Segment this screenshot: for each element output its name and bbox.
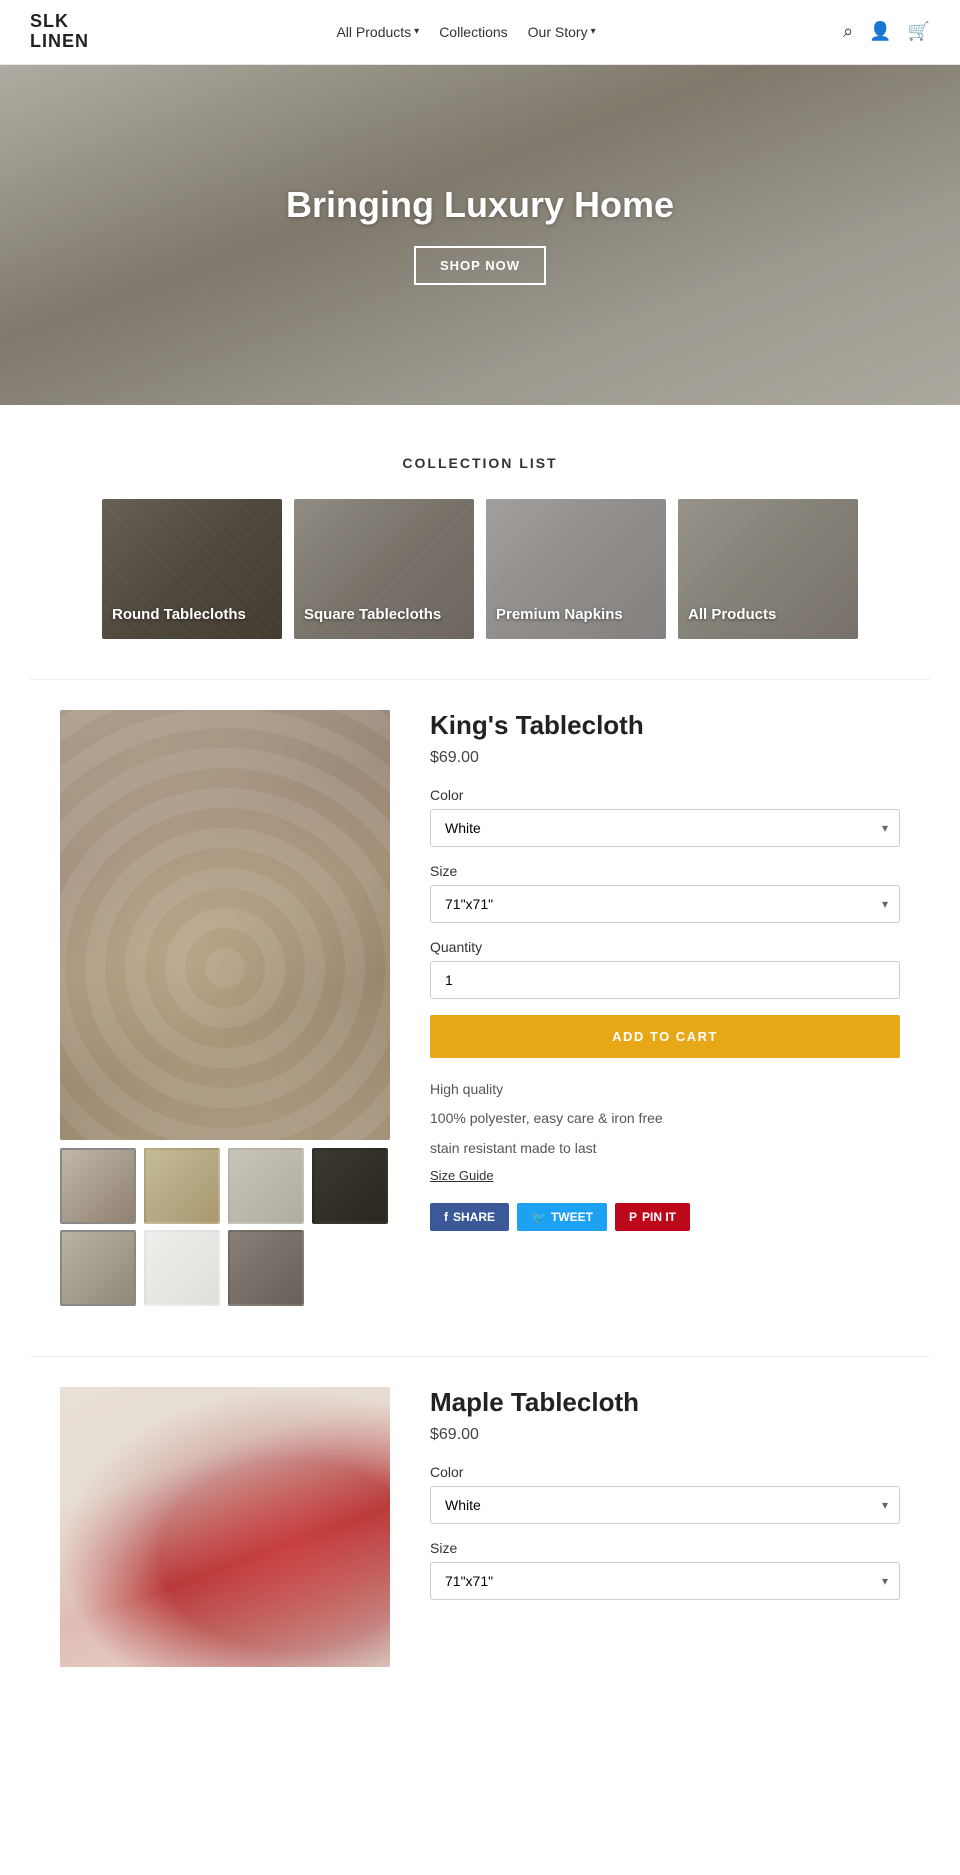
product2-color-select[interactable]: White Beige Grey Black: [430, 1486, 900, 1524]
cart-icon[interactable]: 🛒: [908, 21, 930, 42]
product2-size-select[interactable]: 71"x71" 60"x84" 60"x102" 60"x120": [430, 1562, 900, 1600]
product1-size-select[interactable]: 71"x71" 60"x84" 60"x102" 60"x120": [430, 885, 900, 923]
product1-feature2: 100% polyester, easy care & iron free: [430, 1107, 900, 1131]
header-icons: ⌕ 👤 🛒: [843, 21, 930, 42]
card-label-square: Square Tablecloths: [294, 592, 474, 639]
product2-color-label: Color: [430, 1464, 900, 1480]
product1-thumb-3[interactable]: [228, 1148, 304, 1224]
product1-quantity-input[interactable]: [430, 961, 900, 999]
shop-now-button[interactable]: SHOP NOW: [414, 246, 546, 285]
site-header: SLK LINEN All Products ▾ Collections Our…: [0, 0, 960, 65]
product2-color-wrapper: White Beige Grey Black ▾: [430, 1486, 900, 1524]
product1-social-share: f SHARE 🐦 TWEET P PIN IT: [430, 1203, 900, 1231]
card-label-round: Round Tablecloths: [102, 592, 282, 639]
product1-price: $69.00: [430, 749, 900, 767]
chevron-down-icon: ▾: [414, 26, 419, 37]
search-icon[interactable]: ⌕: [843, 21, 853, 42]
product1-thumb-5[interactable]: [60, 1230, 136, 1306]
collection-card-all-products[interactable]: All Products: [678, 499, 858, 639]
product2-price: $69.00: [430, 1426, 900, 1444]
product1-images: [60, 710, 390, 1306]
twitter-share-button[interactable]: 🐦 TWEET: [517, 1203, 607, 1231]
collection-section-title: COLLECTION LIST: [30, 455, 930, 471]
product1-size-label: Size: [430, 863, 900, 879]
product2-layout: Maple Tablecloth $69.00 Color White Beig…: [60, 1387, 900, 1667]
product2-main-image[interactable]: [60, 1387, 390, 1667]
product2-size-label: Size: [430, 1540, 900, 1556]
nav-all-products[interactable]: All Products ▾: [336, 24, 419, 40]
twitter-icon: 🐦: [531, 1210, 546, 1224]
product1-color-wrapper: White Beige Grey Black ▾: [430, 809, 900, 847]
product1-size-guide-link[interactable]: Size Guide: [430, 1168, 494, 1183]
product2-info: Maple Tablecloth $69.00 Color White Beig…: [430, 1387, 900, 1616]
collection-card-premium-napkins[interactable]: Premium Napkins: [486, 499, 666, 639]
product1-add-to-cart-button[interactable]: ADD TO CART: [430, 1015, 900, 1058]
product1-thumb-6[interactable]: [144, 1230, 220, 1306]
collection-grid: Round Tablecloths Square Tablecloths Pre…: [30, 499, 930, 639]
main-nav: All Products ▾ Collections Our Story ▾: [336, 24, 595, 40]
product1-color-select[interactable]: White Beige Grey Black: [430, 809, 900, 847]
product1-thumb-1[interactable]: [60, 1148, 136, 1224]
product2-title: Maple Tablecloth: [430, 1387, 900, 1418]
hero-title: Bringing Luxury Home: [286, 184, 674, 226]
collection-section: COLLECTION LIST Round Tablecloths Square…: [0, 405, 960, 679]
nav-collections[interactable]: Collections: [439, 24, 507, 40]
hero-section: Bringing Luxury Home SHOP NOW: [0, 65, 960, 405]
product1-feature3: stain resistant made to last: [430, 1137, 900, 1161]
product1-main-image[interactable]: [60, 710, 390, 1140]
product2-section: Maple Tablecloth $69.00 Color White Beig…: [0, 1357, 960, 1717]
product1-info: King's Tablecloth $69.00 Color White Bei…: [430, 710, 900, 1231]
card-label-all: All Products: [678, 592, 858, 639]
chevron-down-icon: ▾: [591, 26, 596, 37]
site-logo[interactable]: SLK LINEN: [30, 12, 89, 52]
product1-title: King's Tablecloth: [430, 710, 900, 741]
product2-size-wrapper: 71"x71" 60"x84" 60"x102" 60"x120" ▾: [430, 1562, 900, 1600]
facebook-share-button[interactable]: f SHARE: [430, 1203, 509, 1231]
collection-card-square-tablecloths[interactable]: Square Tablecloths: [294, 499, 474, 639]
product1-size-wrapper: 71"x71" 60"x84" 60"x102" 60"x120" ▾: [430, 885, 900, 923]
pinterest-share-button[interactable]: P PIN IT: [615, 1203, 690, 1231]
card-label-napkins: Premium Napkins: [486, 592, 666, 639]
product1-thumb-7[interactable]: [228, 1230, 304, 1306]
account-icon[interactable]: 👤: [869, 21, 891, 42]
nav-our-story[interactable]: Our Story ▾: [528, 24, 596, 40]
product1-thumb-2[interactable]: [144, 1148, 220, 1224]
pinterest-icon: P: [629, 1210, 637, 1224]
collection-card-round-tablecloths[interactable]: Round Tablecloths: [102, 499, 282, 639]
product1-thumbnail-grid: [60, 1148, 390, 1224]
product1-quantity-label: Quantity: [430, 939, 900, 955]
product1-color-label: Color: [430, 787, 900, 803]
product1-thumb-4[interactable]: [312, 1148, 388, 1224]
product1-feature1: High quality: [430, 1078, 900, 1102]
hero-content: Bringing Luxury Home SHOP NOW: [286, 184, 674, 285]
facebook-icon: f: [444, 1210, 448, 1224]
product1-thumbnail-row2: [60, 1230, 390, 1306]
product1-section: King's Tablecloth $69.00 Color White Bei…: [0, 680, 960, 1356]
product1-layout: King's Tablecloth $69.00 Color White Bei…: [60, 710, 900, 1306]
